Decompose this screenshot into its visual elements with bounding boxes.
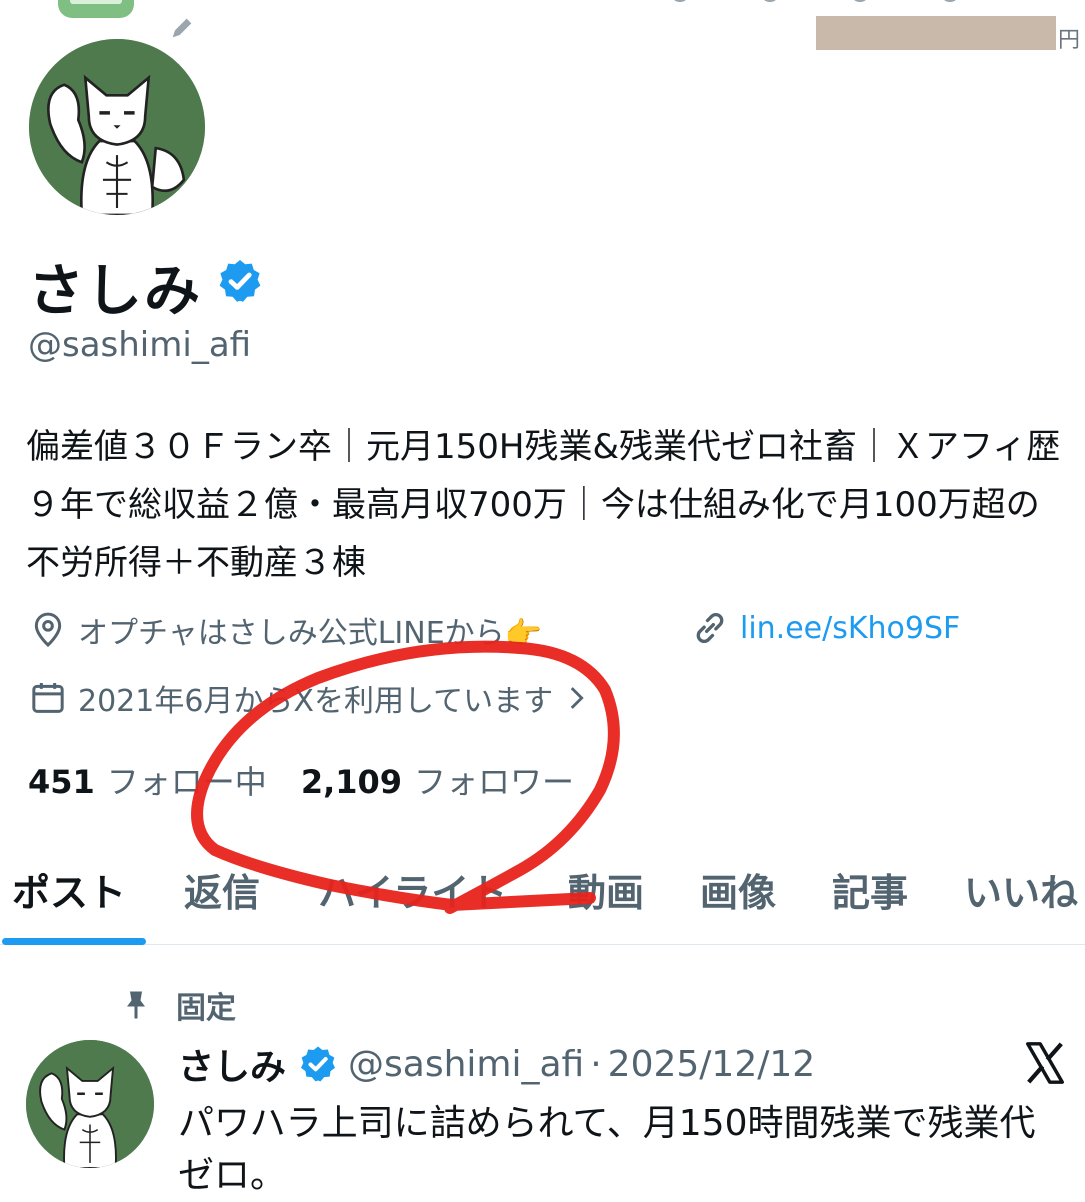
followers-link[interactable]: 2,109 フォロワー (301, 757, 574, 803)
profile-bio: 偏差値３０Ｆラン卒｜元月150H残業&残業代ゼロ社畜｜Ｘアフィ歴９年で総収益２億… (26, 427, 1061, 583)
tab-photos[interactable]: 画像 (700, 862, 776, 917)
calendar-icon (32, 683, 64, 713)
muscle-cat-avatar-image (29, 39, 205, 215)
pencil-icon[interactable] (168, 14, 196, 42)
verified-icon[interactable] (216, 257, 264, 305)
header-partial-text (674, 0, 956, 2)
followers-label: フォロワー (414, 763, 575, 801)
pinned-indicator: 固定 (118, 983, 236, 1027)
tab-posts[interactable]: ポスト (12, 862, 126, 917)
profile-link[interactable]: lin.ee/sKho9SF (690, 608, 960, 648)
redacted-amount (816, 16, 1056, 50)
profile-display-name: さしみ (28, 259, 202, 324)
profile-avatar[interactable] (23, 33, 211, 221)
followers-count: 2,109 (300, 763, 403, 801)
following-label: フォロー中 (106, 763, 267, 801)
link-icon (696, 613, 724, 643)
post-avatar[interactable] (26, 1040, 154, 1168)
link-text[interactable]: lin.ee/sKho9SF (740, 611, 960, 646)
muscle-cat-avatar-image (26, 1040, 154, 1168)
location-text: オプチャはさしみ公式LINEから👉 (78, 616, 543, 651)
tab-likes[interactable]: いいね (964, 862, 1078, 917)
verified-icon (301, 1046, 336, 1082)
tab-videos[interactable]: 動画 (568, 862, 644, 917)
profile-location: オプチャはさしみ公式LINEから👉 (28, 608, 542, 652)
post-separator: · (590, 1043, 602, 1085)
currency-unit: 円 (1058, 28, 1081, 53)
tab-replies[interactable]: 返信 (184, 862, 260, 917)
joined-text: 2021年6月からXを利用しています (78, 684, 554, 719)
x-logo-icon (1026, 1042, 1064, 1084)
chevron-right-icon[interactable] (559, 681, 593, 715)
post-text: パワハラ上司に詰められて、月150時間残業で残業代ゼロ。 (178, 1103, 1036, 1196)
tab-articles[interactable]: 記事 (832, 862, 908, 917)
pin-icon (127, 991, 145, 1019)
location-icon (34, 612, 62, 648)
post-author-handle[interactable]: @sashimi_afi (348, 1044, 584, 1085)
profile-tabs: ポスト 返信 ハイライト 動画 画像 記事 いいね (0, 832, 1085, 945)
profile-handle: @sashimi_afi (28, 325, 252, 365)
profile-joined[interactable]: 2021年6月からXを利用しています (28, 676, 603, 720)
post-header: さしみ @sashimi_afi · 2025/12/12 (178, 1038, 815, 1090)
header-banner-icon (58, 0, 134, 18)
following-link[interactable]: 451 フォロー中 (28, 757, 267, 803)
pinned-label: 固定 (176, 991, 236, 1026)
follow-stats: 451 フォロー中 2,109 フォロワー (28, 757, 574, 803)
following-count: 451 (28, 763, 95, 801)
post-date[interactable]: 2025/12/12 (608, 1044, 816, 1085)
tab-highlights[interactable]: ハイライト (318, 862, 507, 917)
active-tab-indicator (2, 938, 146, 945)
post-author-name[interactable]: さしみ (178, 1038, 286, 1090)
